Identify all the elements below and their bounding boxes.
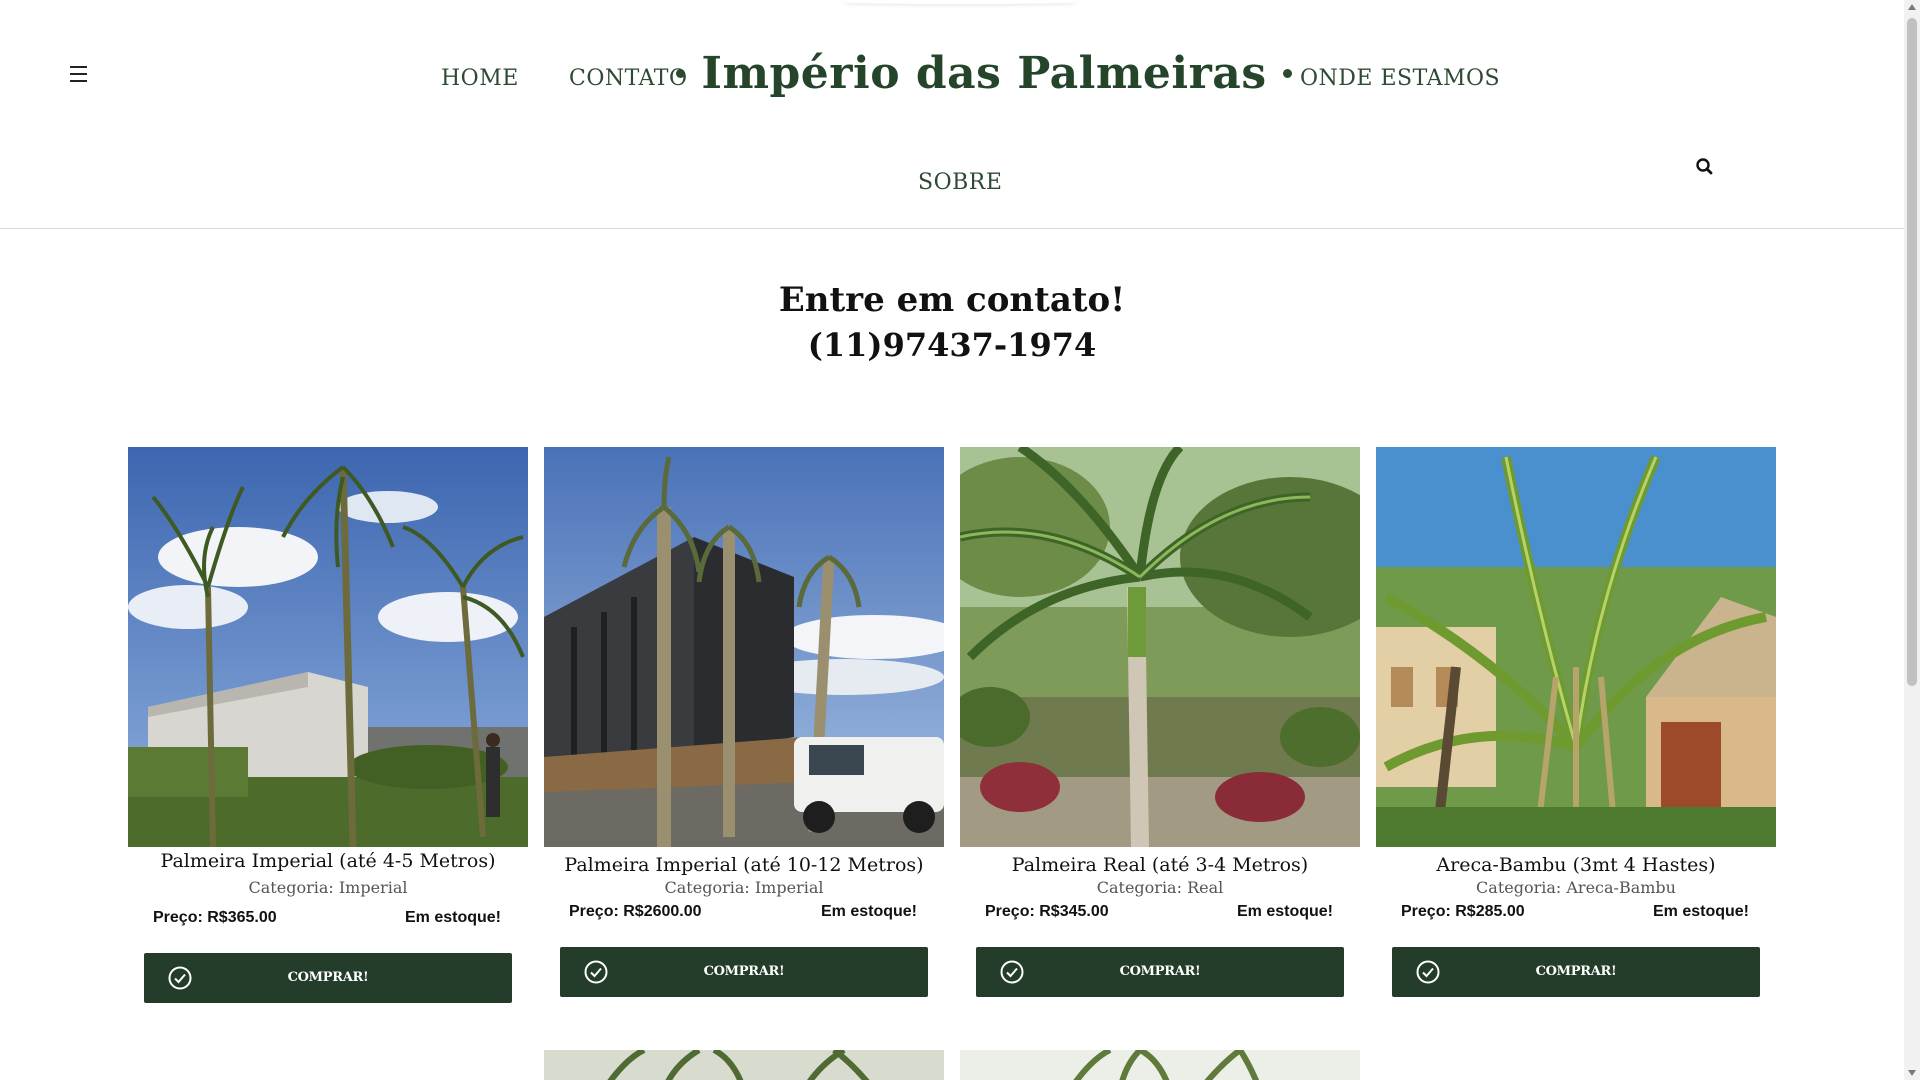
product-category: Categoria: Imperial [664, 878, 824, 897]
product-name[interactable]: Palmeira Imperial (até 4-5 Metros) [128, 850, 528, 872]
product-card: Palmeira Real (até 3-4 Metros) Categoria… [960, 447, 1360, 1007]
buy-button-label: COMPRAR! [1119, 964, 1201, 979]
product-category: Categoria: Imperial [248, 878, 408, 897]
product-name[interactable]: Palmeira Real (até 3-4 Metros) [960, 854, 1360, 876]
search-icon[interactable] [1694, 156, 1716, 178]
buy-button[interactable]: COMPRAR! [976, 947, 1344, 997]
top-tab-shadow [845, 0, 1075, 4]
product-card: Palmeira Imperial (até 4-5 Metros) Categ… [128, 447, 528, 1007]
buy-button[interactable]: COMPRAR! [144, 953, 512, 1003]
product-price: Preço: R$345.00 [985, 903, 1109, 920]
stock-status: Em estoque! [1236, 903, 1333, 920]
brand-logo[interactable]: Império das Palmeiras [676, 40, 1292, 106]
product-category: Categoria: Real [1096, 878, 1224, 897]
scroll-down-icon[interactable] [1908, 1070, 1916, 1076]
scrollbar-thumb[interactable] [1907, 18, 1917, 686]
product-card: Areca-Bambu (3mt 4 Hastes) Categoria: Ar… [1376, 447, 1776, 1007]
product-image-palmeira-imperial-pequena[interactable] [128, 447, 528, 847]
buy-button-label: COMPRAR! [1535, 964, 1617, 979]
product-card: Palmeira Imperial (até 10-12 Metros) Cat… [544, 447, 944, 1007]
product-image-palmeira-imperial-grande[interactable] [544, 447, 944, 847]
product-name[interactable]: Palmeira Imperial (até 10-12 Metros) [544, 854, 944, 876]
product-image-partial[interactable] [544, 1050, 944, 1080]
vertical-scrollbar[interactable] [1904, 0, 1920, 1080]
brand-dot-left [676, 68, 686, 78]
nav-onde-estamos[interactable]: ONDE ESTAMOS [1300, 66, 1500, 91]
nav-sobre[interactable]: SOBRE [918, 170, 1002, 195]
product-price: Preço: R$285.00 [1401, 903, 1525, 920]
stock-status: Em estoque! [404, 909, 501, 926]
page: HOME CONTATO Império das Palmeiras ONDE … [0, 0, 1904, 1080]
buy-button[interactable]: COMPRAR! [1392, 947, 1760, 997]
nav-contato[interactable]: CONTATO [569, 66, 687, 91]
buy-button-label: COMPRAR! [287, 970, 369, 985]
nav-home[interactable]: HOME [441, 66, 519, 91]
product-image-areca-bambu[interactable] [1376, 447, 1776, 847]
product-name[interactable]: Areca-Bambu (3mt 4 Hastes) [1376, 854, 1776, 876]
contact-heading: Entre em contato! [778, 280, 1126, 320]
stock-status: Em estoque! [820, 903, 917, 920]
buy-button-label: COMPRAR! [703, 964, 785, 979]
hamburger-menu-icon[interactable] [67, 60, 91, 88]
contact-phone: (11)97437-1974 [807, 326, 1097, 364]
brand-dot-right [1282, 68, 1292, 78]
brand-title: Império das Palmeiras [701, 47, 1267, 99]
product-image-palmeira-real[interactable] [960, 447, 1360, 847]
product-category: Categoria: Areca-Bambu [1476, 878, 1676, 897]
product-image-partial[interactable] [960, 1050, 1360, 1080]
scroll-up-icon[interactable] [1908, 4, 1916, 10]
site-header: HOME CONTATO Império das Palmeiras ONDE … [0, 0, 1904, 229]
buy-button[interactable]: COMPRAR! [560, 947, 928, 997]
stock-status: Em estoque! [1652, 903, 1749, 920]
product-price: Preço: R$365.00 [153, 909, 277, 926]
product-price: Preço: R$2600.00 [569, 903, 702, 920]
